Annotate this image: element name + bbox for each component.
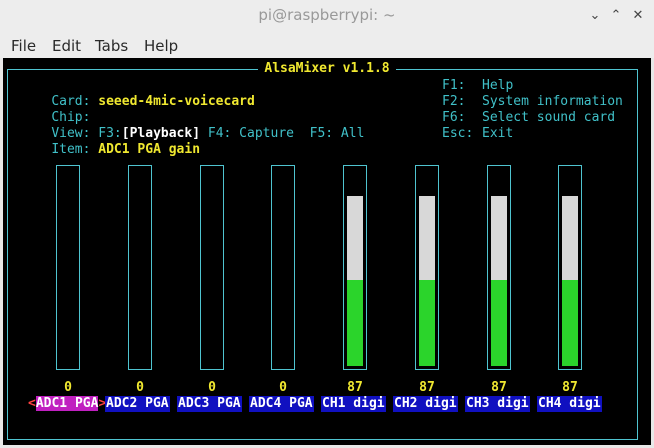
channel-value: 0 xyxy=(64,380,72,395)
volume-level-low xyxy=(347,280,363,366)
channel-label[interactable]: CH2 digi xyxy=(393,396,458,412)
item-value: ADC1 PGA gain xyxy=(98,142,201,157)
volume-bar[interactable] xyxy=(200,165,224,370)
view-capture[interactable]: F4: Capture xyxy=(208,126,294,141)
help-line: F6: Select sound card xyxy=(442,110,616,125)
volume-bar[interactable] xyxy=(271,165,295,370)
volume-bar[interactable] xyxy=(415,165,439,370)
view-all[interactable]: F5: All xyxy=(310,126,365,141)
menu-help[interactable]: Help xyxy=(144,37,178,55)
channel-label[interactable]: <ADC1 PGA> xyxy=(27,396,107,412)
help-line: Esc: Exit xyxy=(442,126,514,141)
volume-bar[interactable] xyxy=(128,165,152,370)
window-title: pi@raspberrypi: ~ xyxy=(258,6,396,24)
channel-value: 0 xyxy=(279,380,287,395)
channel-value: 87 xyxy=(419,380,435,395)
help-line: F1: Help xyxy=(442,78,514,93)
volume-bar[interactable] xyxy=(558,165,582,370)
terminal[interactable]: AlsaMixer v1.1.8 Card: seeed-4mic-voicec… xyxy=(3,58,651,445)
volume-level-high xyxy=(419,196,435,280)
channel-value: 87 xyxy=(347,380,363,395)
volume-level-high xyxy=(347,196,363,280)
volume-level-low xyxy=(491,280,507,366)
item-label: Item: xyxy=(51,142,91,157)
menu-bar: File Edit Tabs Help xyxy=(0,33,654,58)
volume-level-high xyxy=(491,196,507,280)
channel-label[interactable]: ADC4 PGA xyxy=(249,396,314,412)
volume-level-low xyxy=(419,280,435,366)
volume-level-low xyxy=(562,280,578,366)
minimize-icon[interactable]: ⌄ xyxy=(587,8,603,24)
volume-bar[interactable] xyxy=(487,165,511,370)
channel-value: 0 xyxy=(208,380,216,395)
card-value: seeed-4mic-voicecard xyxy=(98,94,255,109)
menu-file[interactable]: File xyxy=(11,37,36,55)
maximize-icon[interactable]: ⌃ xyxy=(608,8,624,24)
help-line: F2: System information xyxy=(442,94,623,109)
channel-value: 0 xyxy=(136,380,144,395)
channel-label[interactable]: ADC2 PGA xyxy=(105,396,170,412)
channel-label[interactable]: CH3 digi xyxy=(465,396,530,412)
mixer-title: AlsaMixer v1.1.8 xyxy=(3,61,651,76)
volume-level-high xyxy=(562,196,578,280)
menu-tabs[interactable]: Tabs xyxy=(95,37,128,55)
channel-value: 87 xyxy=(491,380,507,395)
volume-bar[interactable] xyxy=(56,165,80,370)
channel-label[interactable]: CH4 digi xyxy=(537,396,602,412)
close-icon[interactable]: ✕ xyxy=(630,8,646,24)
channel-label[interactable]: CH1 digi xyxy=(321,396,386,412)
volume-bar[interactable] xyxy=(343,165,367,370)
channel-value: 87 xyxy=(562,380,578,395)
menu-edit[interactable]: Edit xyxy=(52,37,81,55)
title-bar: pi@raspberrypi: ~ ⌄ ⌃ ✕ xyxy=(0,0,654,33)
channel-label[interactable]: ADC3 PGA xyxy=(177,396,242,412)
